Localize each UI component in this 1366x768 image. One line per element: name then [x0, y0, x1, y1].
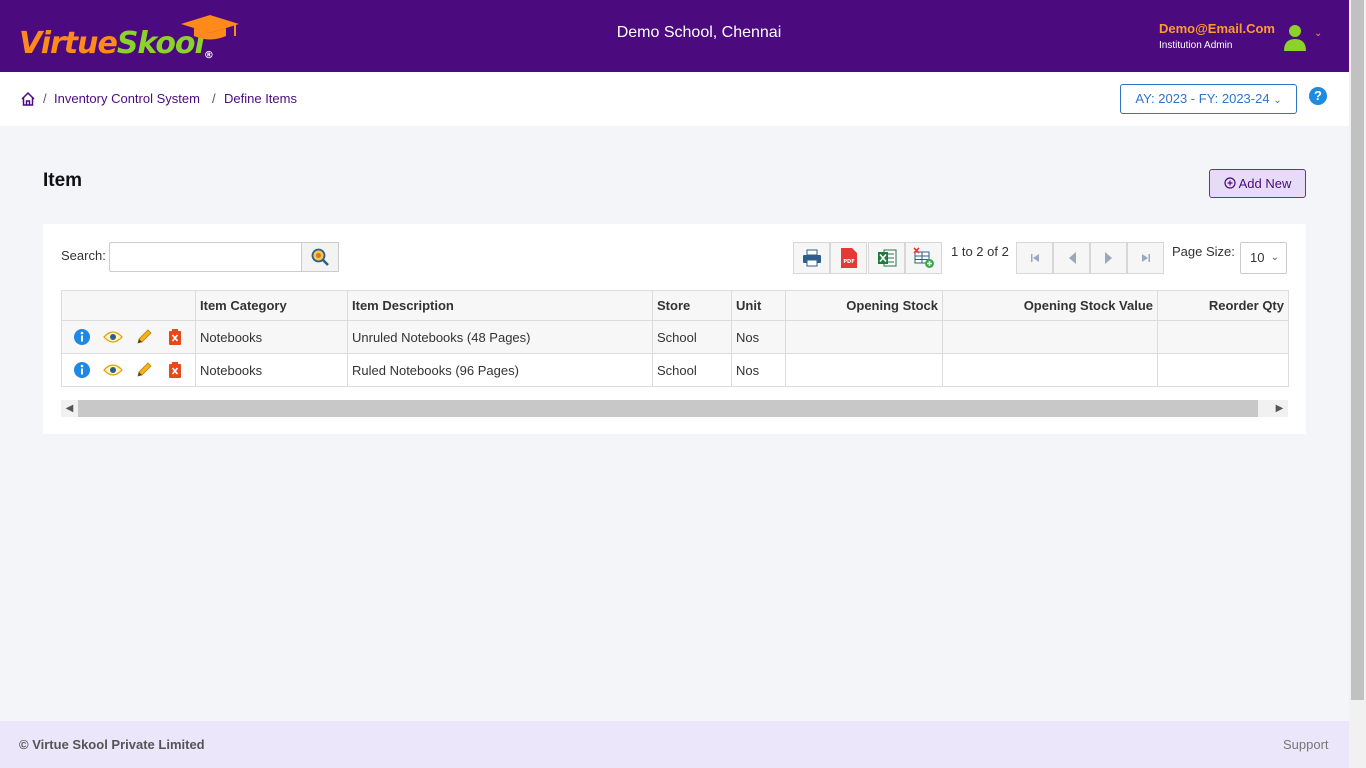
col-reorder-qty[interactable]: Reorder Qty	[1157, 290, 1289, 321]
scrollbar-thumb[interactable]	[78, 400, 1258, 417]
cell-reorder-qty	[1157, 320, 1289, 354]
edit-icon[interactable]	[134, 327, 154, 347]
table-row: Notebooks Unruled Notebooks (48 Pages) S…	[61, 320, 1289, 354]
cell-opening-stock	[785, 353, 943, 387]
cell-reorder-qty	[1157, 353, 1289, 387]
column-settings-button[interactable]	[905, 242, 942, 274]
cell-item-description: Unruled Notebooks (48 Pages)	[347, 320, 653, 354]
col-item-category[interactable]: Item Category	[195, 290, 348, 321]
excel-icon	[877, 249, 896, 267]
breadcrumb-separator: /	[212, 91, 216, 106]
column-settings-icon	[912, 247, 934, 268]
col-opening-stock[interactable]: Opening Stock	[785, 290, 943, 321]
cell-opening-stock-value	[942, 353, 1158, 387]
table-row: Notebooks Ruled Notebooks (96 Pages) Sch…	[61, 353, 1289, 387]
view-icon[interactable]	[103, 360, 123, 380]
chevron-down-icon: ⌄	[1273, 95, 1282, 106]
cell-store: School	[652, 353, 732, 387]
col-store[interactable]: Store	[652, 290, 732, 321]
row-actions	[61, 320, 196, 354]
col-item-description[interactable]: Item Description	[347, 290, 653, 321]
info-icon[interactable]	[72, 327, 92, 347]
chevron-down-icon: ⌄	[1270, 252, 1279, 263]
cell-unit: Nos	[731, 353, 786, 387]
page-size-label: Page Size:	[1172, 244, 1235, 259]
last-page-button[interactable]	[1127, 242, 1164, 274]
next-page-button[interactable]	[1090, 242, 1127, 274]
cell-item-description: Ruled Notebooks (96 Pages)	[347, 353, 653, 387]
delete-icon[interactable]	[165, 360, 185, 380]
edit-icon[interactable]	[134, 360, 154, 380]
copyright-text: © Virtue Skool Private Limited	[19, 737, 205, 752]
info-icon[interactable]	[72, 360, 92, 380]
print-button[interactable]	[793, 242, 830, 274]
breadcrumb-define-items[interactable]: Define Items	[224, 91, 297, 106]
academic-year-dropdown[interactable]: AY: 2023 - FY: 2023-24 ⌄	[1120, 84, 1297, 114]
cell-opening-stock	[785, 320, 943, 354]
first-page-button[interactable]	[1016, 242, 1053, 274]
breadcrumb-inventory-control-system[interactable]: Inventory Control System	[54, 91, 200, 106]
page-size-select[interactable]: 10 ⌄	[1240, 242, 1287, 274]
cell-unit: Nos	[731, 320, 786, 354]
export-excel-button[interactable]	[868, 242, 905, 274]
breadcrumb-separator: /	[43, 91, 47, 106]
search-label: Search:	[61, 248, 106, 263]
col-actions	[61, 290, 196, 321]
scroll-left-icon[interactable]: ◀	[61, 400, 78, 417]
next-page-icon	[1104, 252, 1112, 264]
user-email[interactable]: Demo@Email.Com	[1159, 21, 1275, 36]
first-page-icon	[1030, 254, 1039, 262]
delete-icon[interactable]	[165, 327, 185, 347]
search-input[interactable]	[109, 242, 302, 272]
help-icon[interactable]: ?	[1309, 87, 1327, 105]
view-icon[interactable]	[103, 327, 123, 347]
top-header: VirtueSkool® Demo School, Chennai Demo@E…	[0, 0, 1349, 72]
home-icon[interactable]	[20, 91, 36, 107]
col-opening-stock-value[interactable]: Opening Stock Value	[942, 290, 1158, 321]
table-header-row: Item Category Item Description Store Uni…	[61, 290, 1289, 321]
cell-store: School	[652, 320, 732, 354]
add-new-button[interactable]: Add New	[1209, 169, 1306, 198]
svg-text:PDF: PDF	[843, 259, 854, 265]
cell-opening-stock-value	[942, 320, 1158, 354]
pdf-icon: PDF	[840, 248, 857, 268]
table-horizontal-scrollbar[interactable]: ◀ ▶	[61, 400, 1288, 417]
last-page-icon	[1141, 254, 1150, 262]
pager-summary: 1 to 2 of 2	[951, 244, 1009, 259]
search-button[interactable]	[301, 242, 339, 272]
prev-page-button[interactable]	[1053, 242, 1090, 274]
plus-circle-icon	[1224, 177, 1236, 189]
user-avatar-icon[interactable]	[1283, 24, 1307, 52]
col-unit[interactable]: Unit	[731, 290, 786, 321]
chevron-down-icon[interactable]: ⌄	[1314, 28, 1322, 39]
footer: © Virtue Skool Private Limited Support	[0, 721, 1349, 768]
support-link[interactable]: Support	[1283, 737, 1329, 752]
items-table: Item Category Item Description Store Uni…	[61, 290, 1289, 387]
cell-item-category: Notebooks	[195, 353, 348, 387]
row-actions	[61, 353, 196, 387]
print-icon	[802, 249, 821, 267]
cell-item-category: Notebooks	[195, 320, 348, 354]
scroll-right-icon[interactable]: ▶	[1271, 400, 1288, 417]
page-title: Item	[43, 170, 83, 191]
page-scrollbar[interactable]	[1349, 0, 1366, 768]
search-icon	[311, 248, 329, 266]
scrollbar-thumb[interactable]	[1351, 0, 1364, 700]
breadcrumb: / Inventory Control System / Define Item…	[0, 72, 1349, 126]
user-role: Institution Admin	[1159, 40, 1233, 51]
export-pdf-button[interactable]: PDF	[830, 242, 867, 274]
prev-page-icon	[1068, 252, 1076, 264]
items-grid-card: Search: PDF 1 to 2 of 2 Page Size: 10 ⌄ …	[43, 224, 1306, 434]
